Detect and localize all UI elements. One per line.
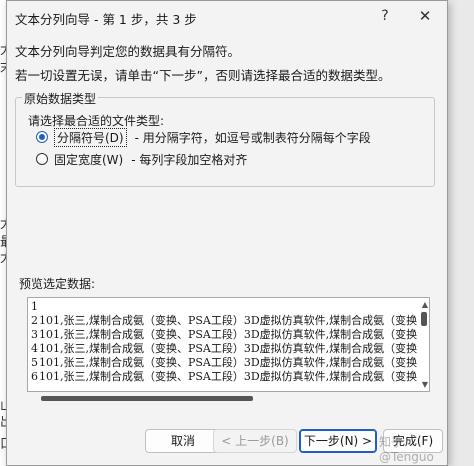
- intro-text: 文本分列向导判定您的数据具有分隔符。: [15, 44, 241, 59]
- row-text: 101,张三,煤制合成氨（变换、PSA工段）3D虚拟仿真软件,煤制合成氨（变换: [39, 370, 418, 383]
- radio-delimited[interactable]: 分隔符号(D) - 用分隔字符，如逗号或制表符分隔每个字段: [36, 127, 371, 147]
- row-number: 1: [31, 300, 38, 313]
- horizontal-scrollbar-thumb[interactable]: [41, 396, 253, 401]
- vertical-scrollbar-thumb[interactable]: [421, 312, 427, 326]
- row-text: 101,张三,煤制合成氨（变换、PSA工段）3D虚拟仿真软件,煤制合成氨（变换: [39, 314, 418, 327]
- preview-row: 5101,张三,煤制合成氨（变换、PSA工段）3D虚拟仿真软件,煤制合成氨（变换: [28, 356, 417, 370]
- file-type-label: 请选择最合适的文件类型:: [28, 114, 165, 128]
- dialog-title: 文本分列向导 - 第 1 步，共 3 步: [15, 12, 197, 27]
- watermark: 知乎 @Tenguo: [379, 435, 434, 464]
- text-import-wizard-dialog: 文本分列向导 - 第 1 步，共 3 步 ? ✕ 文本分列向导判定您的数据具有分…: [6, 0, 448, 466]
- row-text: 101,张三,煤制合成氨（变换、PSA工段）3D虚拟仿真软件,煤制合成氨（变换: [39, 342, 418, 355]
- preview-row: 2101,张三,煤制合成氨（变换、PSA工段）3D虚拟仿真软件,煤制合成氨（变换: [28, 314, 417, 328]
- instruction-text: 若一切设置无误，请单击“下一步”，否则请选择最合适的数据类型。: [15, 68, 391, 83]
- delimited-label[interactable]: 分隔符号(D): [54, 127, 127, 147]
- horizontal-scrollbar[interactable]: [27, 395, 430, 403]
- fixed-width-label[interactable]: 固定宽度(W): [54, 151, 123, 168]
- group-title: 原始数据类型: [22, 90, 99, 107]
- title-bar[interactable]: 文本分列向导 - 第 1 步，共 3 步 ? ✕: [7, 1, 447, 31]
- data-preview[interactable]: 1 2101,张三,煤制合成氨（变换、PSA工段）3D虚拟仿真软件,煤制合成氨（…: [27, 297, 430, 392]
- radio-unchecked-icon[interactable]: [36, 153, 48, 165]
- row-number: 6: [31, 370, 38, 383]
- row-number: 5: [31, 356, 38, 369]
- radio-fixed-width[interactable]: 固定宽度(W) - 每列字段加空格对齐: [36, 150, 247, 168]
- preview-row: 4101,张三,煤制合成氨（变换、PSA工段）3D虚拟仿真软件,煤制合成氨（变换: [28, 342, 417, 356]
- scroll-up-icon[interactable]: ▲: [422, 300, 428, 309]
- row-number: 2: [31, 314, 38, 327]
- data-type-group: 原始数据类型 请选择最合适的文件类型: 分隔符号(D) - 用分隔字符，如逗号或…: [15, 90, 435, 187]
- help-button[interactable]: ?: [373, 6, 397, 26]
- delimited-description: - 用分隔字符，如逗号或制表符分隔每个字段: [134, 130, 371, 145]
- row-number: 3: [31, 328, 38, 341]
- scroll-down-icon[interactable]: ▼: [422, 380, 428, 389]
- radio-checked-icon[interactable]: [36, 131, 48, 143]
- preview-row: 6101,张三,煤制合成氨（变换、PSA工段）3D虚拟仿真软件,煤制合成氨（变换: [28, 370, 417, 384]
- row-text: 101,张三,煤制合成氨（变换、PSA工段）3D虚拟仿真软件,煤制合成氨（变换: [39, 356, 418, 369]
- preview-row: 3101,张三,煤制合成氨（变换、PSA工段）3D虚拟仿真软件,煤制合成氨（变换: [28, 328, 417, 342]
- row-number: 4: [31, 342, 38, 355]
- row-text: 101,张三,煤制合成氨（变换、PSA工段）3D虚拟仿真软件,煤制合成氨（变换: [39, 328, 418, 341]
- preview-row: 1: [28, 300, 39, 314]
- next-button[interactable]: 下一步(N) >: [299, 429, 377, 453]
- back-button[interactable]: < 上一步(B): [213, 429, 297, 453]
- preview-label: 预览选定数据:: [19, 277, 96, 291]
- close-button[interactable]: ✕: [411, 6, 439, 26]
- cancel-button[interactable]: 取消: [145, 429, 221, 453]
- fixed-width-description: - 每列字段加空格对齐: [131, 152, 248, 167]
